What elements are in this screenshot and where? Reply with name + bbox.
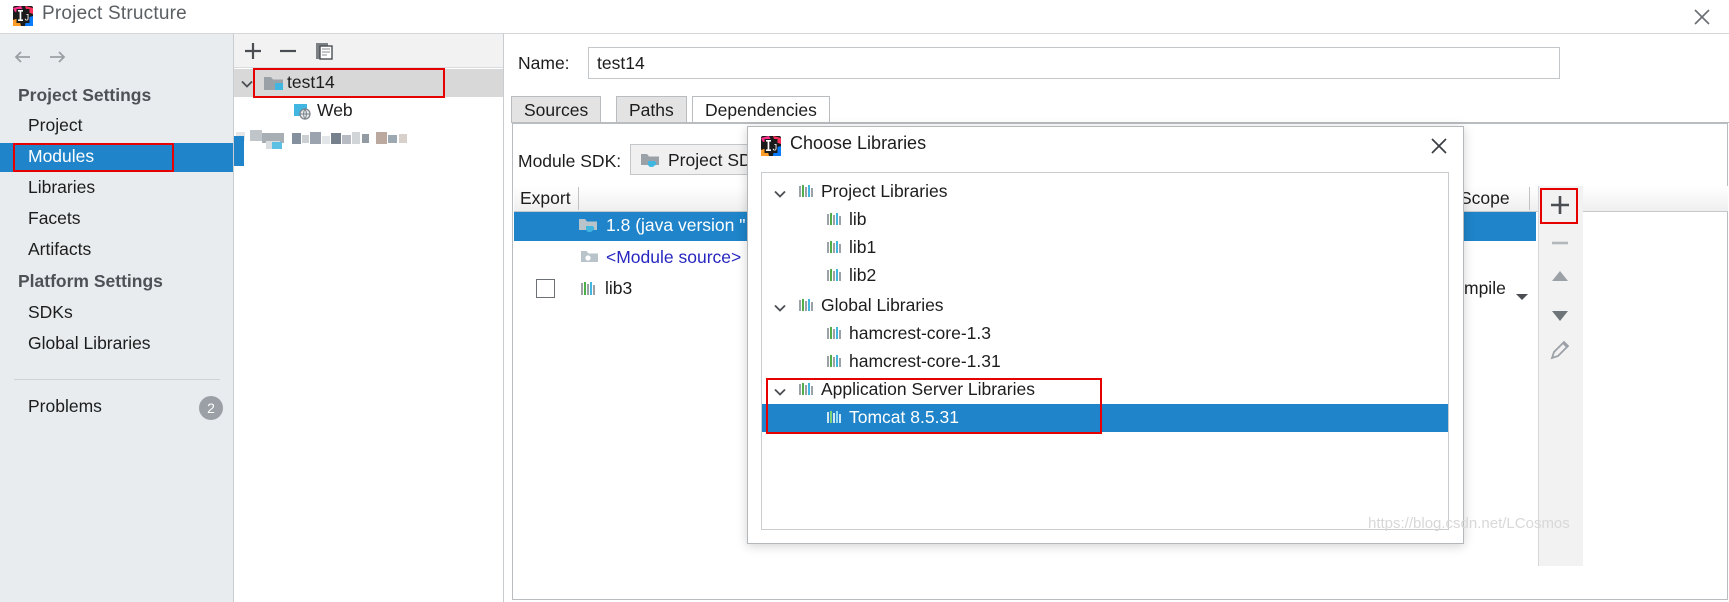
sidebar-item-facets[interactable]: Facets xyxy=(28,208,81,229)
tab-dependencies[interactable]: Dependencies xyxy=(692,96,830,123)
close-icon[interactable] xyxy=(1427,134,1451,158)
plus-icon[interactable] xyxy=(240,38,266,64)
intellij-idea-icon: J xyxy=(760,135,782,157)
module-tree-panel xyxy=(233,33,504,602)
column-header-scope[interactable]: Scope xyxy=(1460,188,1510,209)
sidebar-item-global-libraries[interactable]: Global Libraries xyxy=(28,333,151,354)
edit-dependency-button[interactable] xyxy=(1545,335,1575,365)
tree-row-accent xyxy=(234,136,244,166)
sidebar-item-project[interactable]: Project xyxy=(28,115,82,136)
chevron-down-icon[interactable] xyxy=(240,76,254,90)
tab-paths[interactable]: Paths xyxy=(616,96,687,123)
jdk-folder-icon xyxy=(640,152,660,168)
remove-dependency-button[interactable] xyxy=(1545,228,1575,258)
library-icon xyxy=(580,281,597,297)
library-icon xyxy=(827,240,843,255)
application-server-libraries-red-outline xyxy=(766,378,1102,434)
sidebar-item-sdks[interactable]: SDKs xyxy=(28,302,73,323)
watermark-text: https://blog.csdn.net/LCosmos xyxy=(1368,515,1570,532)
library-icon xyxy=(827,326,843,341)
tab-sources[interactable]: Sources xyxy=(511,96,602,123)
sidebar-group-platform-settings: Platform Settings xyxy=(18,271,163,291)
close-icon[interactable] xyxy=(1689,4,1715,30)
module-source-icon xyxy=(580,249,599,265)
library-icon xyxy=(799,184,815,199)
move-up-button[interactable] xyxy=(1545,262,1575,292)
module-sdk-label: Module SDK: xyxy=(518,151,622,171)
title-bar xyxy=(0,0,1729,33)
module-name-label: Name: xyxy=(518,53,570,73)
tree-node-web[interactable]: Web xyxy=(317,100,353,121)
web-facet-icon xyxy=(292,102,314,120)
table-cell-lib3: lib3 xyxy=(605,278,633,298)
minus-icon[interactable] xyxy=(275,38,301,64)
chevron-down-icon[interactable] xyxy=(773,300,787,314)
svg-text:J: J xyxy=(25,12,30,22)
navigation-buttons xyxy=(10,44,70,70)
tree-node-blurred xyxy=(236,128,436,150)
column-divider[interactable] xyxy=(578,187,579,210)
library-tree-item-hamcrest-core-1-31[interactable]: hamcrest-core-1.31 xyxy=(849,351,1001,372)
move-down-button[interactable] xyxy=(1545,300,1575,330)
module-folder-icon xyxy=(263,74,285,92)
column-divider[interactable] xyxy=(1529,187,1530,210)
library-tree-item-lib2[interactable]: lib2 xyxy=(849,265,876,286)
sidebar-item-modules[interactable]: Modules xyxy=(28,146,94,167)
sidebar-divider xyxy=(14,379,220,380)
column-header-export[interactable]: Export xyxy=(520,188,571,209)
table-cell-scope-compile[interactable]: mpile xyxy=(1464,278,1506,299)
sidebar-item-artifacts[interactable]: Artifacts xyxy=(28,239,91,260)
problems-count-badge: 2 xyxy=(199,396,223,420)
sidebar-item-problems[interactable]: Problems xyxy=(28,396,102,417)
chevron-down-icon[interactable] xyxy=(773,186,787,200)
library-tree-item-global-libraries[interactable]: Global Libraries xyxy=(821,295,944,316)
chevron-down-icon[interactable] xyxy=(1515,287,1529,307)
window-title: Project Structure xyxy=(42,3,187,24)
intellij-idea-icon: J xyxy=(12,5,34,27)
dialog-title: Choose Libraries xyxy=(790,133,927,153)
module-name-input[interactable] xyxy=(588,47,1560,79)
tree-node-test14[interactable]: test14 xyxy=(287,72,335,93)
library-tree-item-lib[interactable]: lib xyxy=(849,209,867,230)
table-cell-module-source[interactable]: <Module source> xyxy=(606,247,741,268)
table-cell-sdk-name: 1.8 (java version " xyxy=(606,215,746,235)
library-icon xyxy=(799,298,815,313)
library-tree-item-hamcrest-core-1-3[interactable]: hamcrest-core-1.3 xyxy=(849,323,991,344)
arrow-left-icon[interactable] xyxy=(10,44,36,70)
svg-text:J: J xyxy=(773,142,778,152)
sidebar-item-libraries[interactable]: Libraries xyxy=(28,177,95,198)
module-tabs: Sources Paths Dependencies xyxy=(511,96,1729,123)
copy-icon[interactable] xyxy=(311,38,337,64)
sidebar-group-project-settings: Project Settings xyxy=(18,85,152,105)
add-dependency-red-outline xyxy=(1540,188,1578,224)
jdk-folder-icon xyxy=(578,217,598,233)
library-icon xyxy=(827,354,843,369)
library-tree-item-lib1[interactable]: lib1 xyxy=(849,237,876,258)
library-icon xyxy=(827,212,843,227)
arrow-right-icon[interactable] xyxy=(44,44,70,70)
library-tree-item-project-libraries[interactable]: Project Libraries xyxy=(821,181,947,202)
export-checkbox[interactable] xyxy=(536,279,555,298)
library-icon xyxy=(827,268,843,283)
